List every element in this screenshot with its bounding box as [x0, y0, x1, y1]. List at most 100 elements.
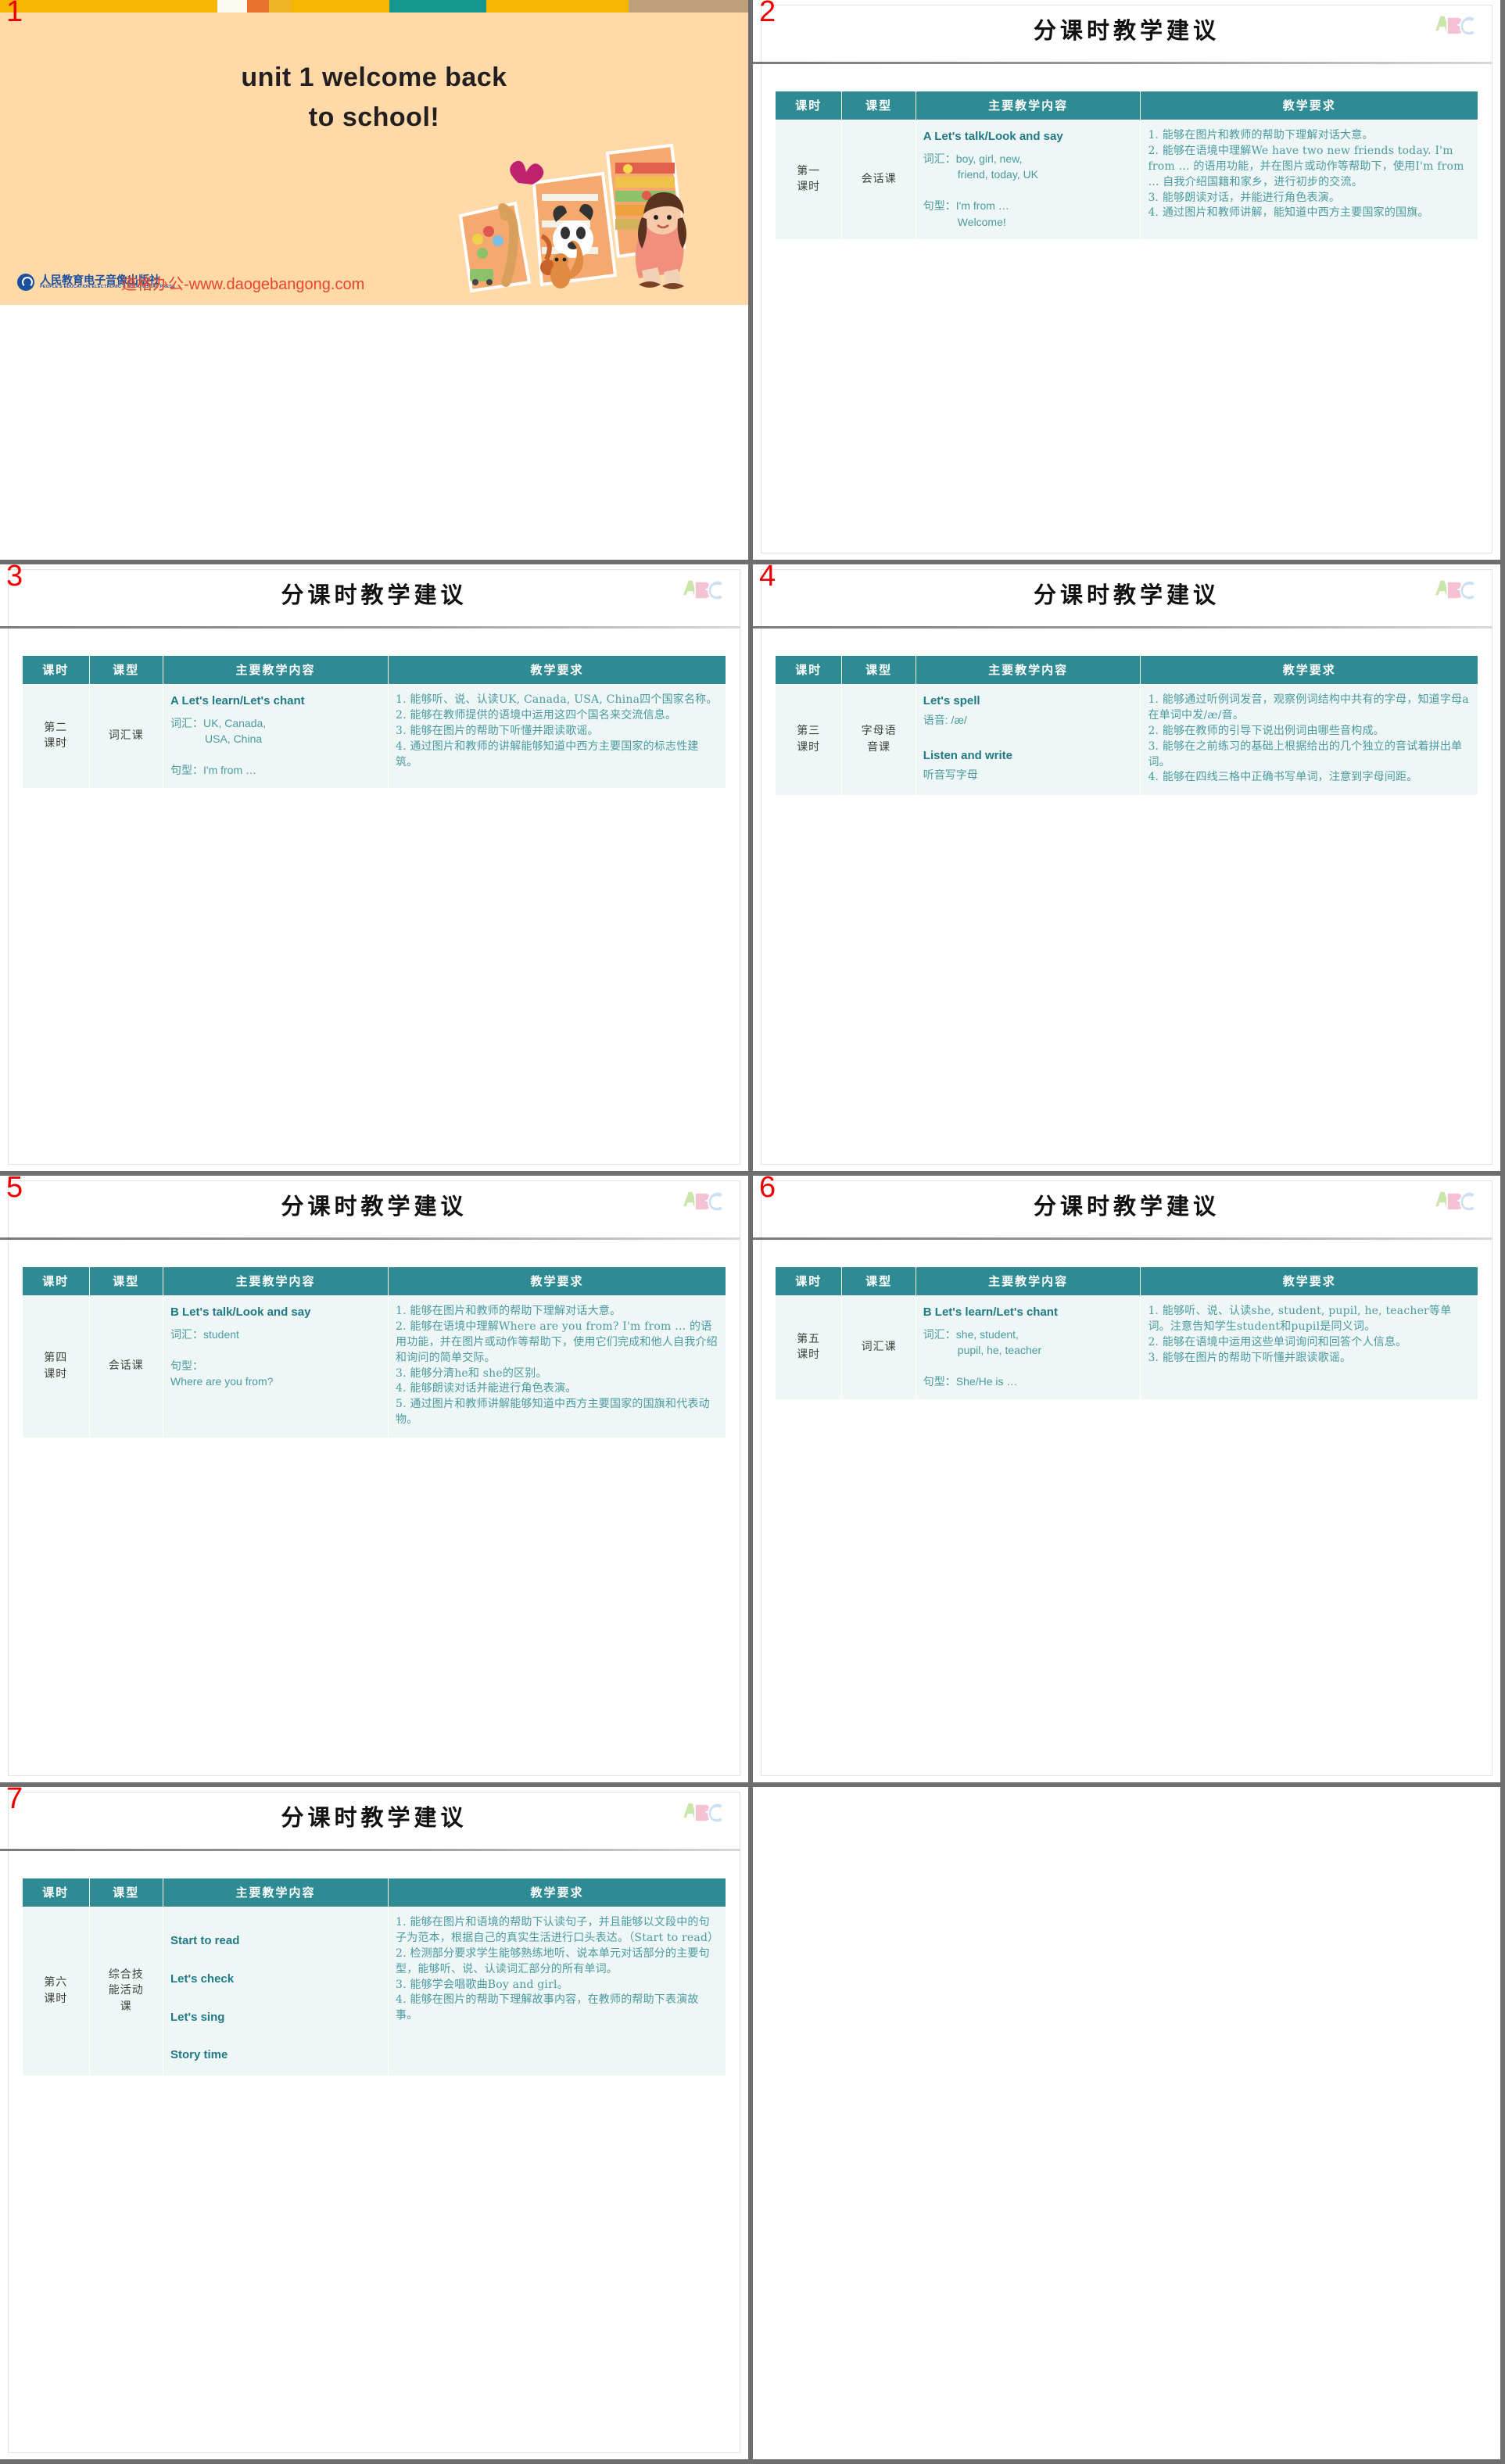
pattern-line-1: Where are you from? [170, 1375, 274, 1388]
requirement-item: 4. 能够在图片的帮助下理解故事内容，在教师的帮助下表演故事。 [396, 1993, 699, 2022]
lesson-plan-slide-2: 2 分课时教学建议 课时 课型 主要教学内容 教学要求 第一 课时 会话课 A … [753, 0, 1500, 560]
header-rule [0, 626, 740, 629]
slide-cell-6[interactable]: 6 分课时教学建议 课时 课型 主要教学内容 教学要求 第五 课时 词汇课 B … [753, 1176, 1505, 1787]
cell-content: B Let's learn/Let's chant 词汇：she, studen… [915, 1295, 1141, 1400]
content-pattern: 句型：I'm from … Welcome! [923, 198, 1134, 230]
table-header-row: 课时 课型 主要教学内容 教学要求 [774, 91, 1478, 120]
th-requirements: 教学要求 [1140, 1266, 1478, 1296]
cell-period: 第三 课时 [774, 683, 843, 797]
header-rule [0, 1237, 740, 1240]
content-vocab: 词汇：student [170, 1327, 381, 1342]
th-type: 课型 [841, 91, 916, 120]
requirement-item: 3. 能够分清he和 she的区别。 [396, 1366, 547, 1380]
cell-type: 会话课 [841, 120, 916, 240]
pattern-line-1: She/He is … [955, 1375, 1018, 1388]
abc-blocks-icon [681, 1802, 725, 1823]
vocab-line-2: friend, today, UK [957, 168, 1039, 181]
table-header-row: 课时 课型 主要教学内容 教学要求 [22, 655, 726, 685]
th-content: 主要教学内容 [915, 1266, 1141, 1296]
lesson-plan-slide-7: 7 分课时教学建议 课时 课型 主要教学内容 教学要求 第六 课时 综合技 能活… [0, 1787, 748, 2459]
th-type: 课型 [88, 655, 163, 685]
th-requirements: 教学要求 [388, 1878, 726, 1907]
vocab-label: 词汇： [170, 716, 203, 729]
lesson-plan-slide-6: 6 分课时教学建议 课时 课型 主要教学内容 教学要求 第五 课时 词汇课 B … [753, 1176, 1500, 1782]
cell-period: 第六 课时 [22, 1907, 90, 2076]
content-item: Start to read [170, 1934, 240, 1947]
page-title: 分课时教学建议 [1033, 17, 1220, 44]
requirement-item: 1. 能够在图片和语境的帮助下认读句子，并且能够以文段中的句子为范本，根据自己的… [396, 1916, 719, 1944]
table-header-row: 课时 课型 主要教学内容 教学要求 [22, 1266, 726, 1296]
requirement-item: 3. 能够在图片的帮助下听懂并跟读歌谣。 [396, 724, 599, 737]
table-container: 课时 课型 主要教学内容 教学要求 第五 课时 词汇课 B Let's lear… [753, 1240, 1500, 1400]
requirement-item: 3. 能够学会唱歌曲Boy and girl。 [396, 1978, 568, 1991]
requirement-item: 2. 能够在教师的引导下说出例词由哪些音构成。 [1148, 724, 1385, 737]
requirement-item: 2. 检测部分要求学生能够熟练地听、说本单元对话部分的主要句型，能够听、说、认读… [396, 1946, 710, 1975]
content-heading: Let's spell [923, 694, 980, 707]
slide-number: 1 [6, 0, 23, 28]
th-requirements: 教学要求 [1140, 655, 1478, 685]
table-row: 第三 课时 字母语 音课 Let's spell 语音: /æ/ Listen … [774, 683, 1478, 797]
lesson-plan-slide-3: 3 分课时教学建议 课时 课型 主要教学内容 教学要求 第二 课时 词汇课 A … [0, 564, 748, 1171]
cell-period: 第五 课时 [774, 1295, 843, 1400]
cell-content: A Let's talk/Look and say 词汇：boy, girl, … [915, 120, 1141, 240]
requirement-item: 4. 能够朗读对话并能进行角色表演。 [396, 1382, 577, 1395]
requirement-item: 2. 能够在教师提供的语境中运用这四个国名来交流信息。 [396, 708, 677, 722]
header-rule [753, 62, 1492, 64]
requirement-item: 1. 能够听、说、认读she, student, pupil, he, teac… [1148, 1305, 1452, 1333]
page-title: 分课时教学建议 [281, 582, 468, 608]
lesson-plan-table: 课时 课型 主要教学内容 教学要求 第三 课时 字母语 音课 Let's spe… [774, 655, 1478, 797]
requirement-item: 1. 能够在图片和教师的帮助下理解对话大意。 [1148, 129, 1374, 141]
title-line-1: unit 1 welcome back [241, 63, 507, 92]
abc-blocks-icon [1433, 1191, 1477, 1212]
pattern-label: 句型： [170, 764, 203, 777]
cell-type: 词汇课 [88, 684, 163, 789]
slide-number: 2 [759, 0, 776, 28]
content-phonics: 语音: /æ/ [923, 713, 967, 726]
slide-number: 6 [759, 1176, 776, 1204]
content-item: Let's check [170, 1972, 235, 1986]
header-rule [753, 1237, 1492, 1240]
page-title: 分课时教学建议 [1033, 582, 1220, 608]
table-container: 课时 课型 主要教学内容 教学要求 第四 课时 会话课 B Let's talk… [0, 1240, 748, 1438]
header-rule [753, 626, 1492, 629]
slide-cell-7[interactable]: 7 分课时教学建议 课时 课型 主要教学内容 教学要求 第六 课时 综合技 能活… [0, 1787, 753, 2464]
pattern-line-1: I'm from … [203, 764, 257, 777]
empty-slide [753, 1787, 1500, 2459]
slide-cell-4[interactable]: 4 分课时教学建议 课时 课型 主要教学内容 教学要求 第三 课时 字母语 音课… [753, 564, 1505, 1176]
slide-cell-5[interactable]: 5 分课时教学建议 课时 课型 主要教学内容 教学要求 第四 课时 会话课 B … [0, 1176, 753, 1787]
th-type: 课型 [88, 1266, 163, 1296]
content-pattern: 句型：I'm from … [170, 762, 381, 778]
lesson-plan-table: 课时 课型 主要教学内容 教学要求 第四 课时 会话课 B Let's talk… [22, 1266, 726, 1438]
slide-header: 分课时教学建议 [753, 0, 1500, 64]
cell-requirements: 1. 能够听、说、认读UK, Canada, USA, China四个国家名称。… [388, 684, 726, 789]
vocab-line-1: student [203, 1327, 239, 1341]
th-requirements: 教学要求 [1140, 91, 1478, 120]
table-row: 第二 课时 词汇课 A Let's learn/Let's chant 词汇：U… [22, 684, 726, 789]
abc-blocks-icon [681, 579, 725, 600]
table-row: 第六 课时 综合技 能活动 课 Start to read Let's chec… [22, 1907, 726, 2076]
cell-content: Let's spell 语音: /æ/ Listen and write 听音写… [915, 683, 1141, 797]
lesson-plan-table: 课时 课型 主要教学内容 教学要求 第一 课时 会话课 A Let's talk… [774, 91, 1478, 240]
pep-collage-illustration [458, 143, 686, 293]
slide-cell-1[interactable]: 1 unit 1 welcome back to school! 人民教育电子音… [0, 0, 753, 564]
cell-type: 字母语 音课 [841, 683, 916, 797]
slide-cell-2[interactable]: 2 分课时教学建议 课时 课型 主要教学内容 教学要求 第一 课时 会话课 A … [753, 0, 1505, 564]
content-vocab: 词汇：she, student, pupil, he, teacher [923, 1327, 1134, 1359]
table-header-row: 课时 课型 主要教学内容 教学要求 [774, 1266, 1478, 1296]
requirement-item: 1. 能够通过听例词发音，观察例词结构中共有的字母，知道字母a在单词中发/æ/音… [1148, 693, 1469, 722]
lesson-plan-slide-4: 4 分课时教学建议 课时 课型 主要教学内容 教学要求 第三 课时 字母语 音课… [753, 564, 1500, 1171]
table-row: 第四 课时 会话课 B Let's talk/Look and say 词汇：s… [22, 1295, 726, 1438]
publisher-mark-icon [17, 274, 34, 291]
table-container: 课时 课型 主要教学内容 教学要求 第三 课时 字母语 音课 Let's spe… [753, 629, 1500, 797]
lesson-plan-table: 课时 课型 主要教学内容 教学要求 第二 课时 词汇课 A Let's lear… [22, 655, 726, 789]
cell-requirements: 1. 能够在图片和教师的帮助下理解对话大意。 2. 能够在语境中理解We hav… [1140, 120, 1478, 240]
slide-cell-3[interactable]: 3 分课时教学建议 课时 课型 主要教学内容 教学要求 第二 课时 词汇课 A … [0, 564, 753, 1176]
slide-header: 分课时教学建议 [0, 1787, 748, 1851]
slide-number: 4 [759, 564, 776, 593]
th-content: 主要教学内容 [163, 1266, 389, 1296]
requirement-item: 4. 能够在四线三格中正确书写单词，注意到字母间距。 [1148, 771, 1418, 784]
decorative-top-bar [0, 0, 748, 13]
pattern-label: 句型： [170, 1359, 203, 1373]
th-requirements: 教学要求 [388, 1266, 726, 1296]
requirement-item: 3. 能够在之前练习的基础上根据给出的几个独立的音试着拼出单词。 [1148, 740, 1463, 768]
